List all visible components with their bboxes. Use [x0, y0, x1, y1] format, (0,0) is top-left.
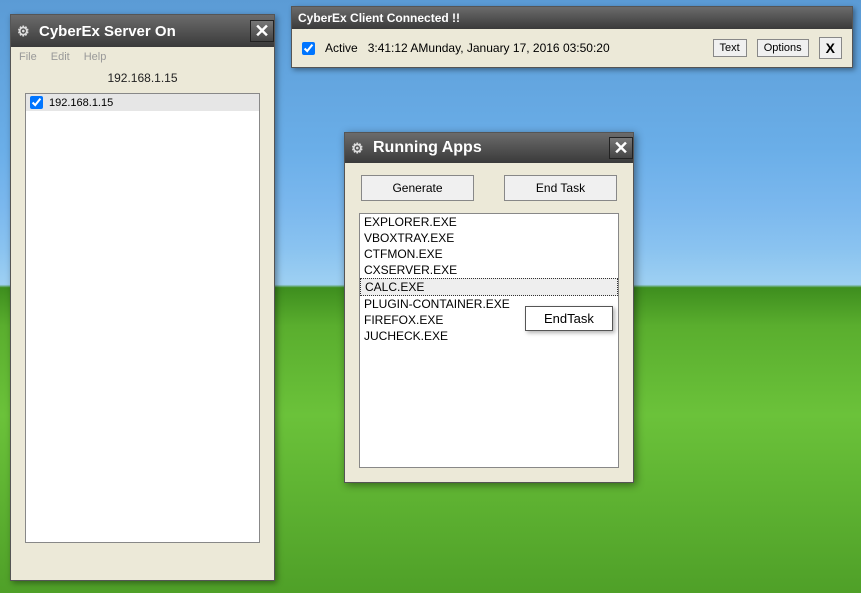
- client-ip: 192.168.1.15: [49, 97, 113, 109]
- close-icon[interactable]: ✕: [609, 137, 633, 159]
- apps-titlebar[interactable]: Running Apps ✕: [345, 133, 633, 163]
- server-window: CyberEx Server On ✕ File Edit Help 192.1…: [10, 14, 275, 581]
- process-item[interactable]: EXPLORER.EXE: [360, 214, 618, 230]
- active-label: Active: [325, 41, 358, 55]
- client-time: 3:41:12 AMunday, January 17, 2016 03:50:…: [368, 41, 610, 55]
- apps-toolbar: Generate End Task: [345, 163, 633, 209]
- client-listbox[interactable]: 192.168.1.15: [25, 93, 260, 543]
- client-titlebar[interactable]: CyberEx Client Connected !!: [292, 7, 852, 29]
- server-menu: File Edit Help: [11, 47, 274, 67]
- app-icon: [17, 23, 33, 39]
- client-window: CyberEx Client Connected !! Active 3:41:…: [291, 6, 853, 68]
- process-item[interactable]: VBOXTRAY.EXE: [360, 230, 618, 246]
- client-row[interactable]: 192.168.1.15: [26, 94, 259, 111]
- endtask-button[interactable]: End Task: [504, 175, 617, 201]
- client-close-button[interactable]: X: [819, 37, 842, 59]
- client-title: CyberEx Client Connected !!: [298, 11, 460, 25]
- process-item[interactable]: CALC.EXE: [360, 278, 618, 296]
- text-button[interactable]: Text: [713, 39, 747, 57]
- close-icon[interactable]: ✕: [250, 20, 274, 42]
- ip-display: 192.168.1.15: [11, 67, 274, 93]
- process-item[interactable]: CTFMON.EXE: [360, 246, 618, 262]
- server-title: CyberEx Server On: [39, 23, 176, 40]
- options-button[interactable]: Options: [757, 39, 809, 57]
- apps-title: Running Apps: [373, 139, 482, 157]
- context-menu-endtask[interactable]: EndTask: [525, 306, 613, 331]
- menu-help[interactable]: Help: [84, 51, 107, 63]
- app-icon: [351, 140, 367, 156]
- process-item[interactable]: CXSERVER.EXE: [360, 262, 618, 278]
- menu-file[interactable]: File: [19, 51, 37, 63]
- process-listbox[interactable]: EXPLORER.EXEVBOXTRAY.EXECTFMON.EXECXSERV…: [359, 213, 619, 468]
- generate-button[interactable]: Generate: [361, 175, 474, 201]
- server-titlebar[interactable]: CyberEx Server On ✕: [11, 15, 274, 47]
- menu-edit[interactable]: Edit: [51, 51, 70, 63]
- client-checkbox[interactable]: [30, 96, 43, 109]
- active-checkbox[interactable]: [302, 42, 315, 55]
- client-status-row: Active 3:41:12 AMunday, January 17, 2016…: [292, 29, 852, 67]
